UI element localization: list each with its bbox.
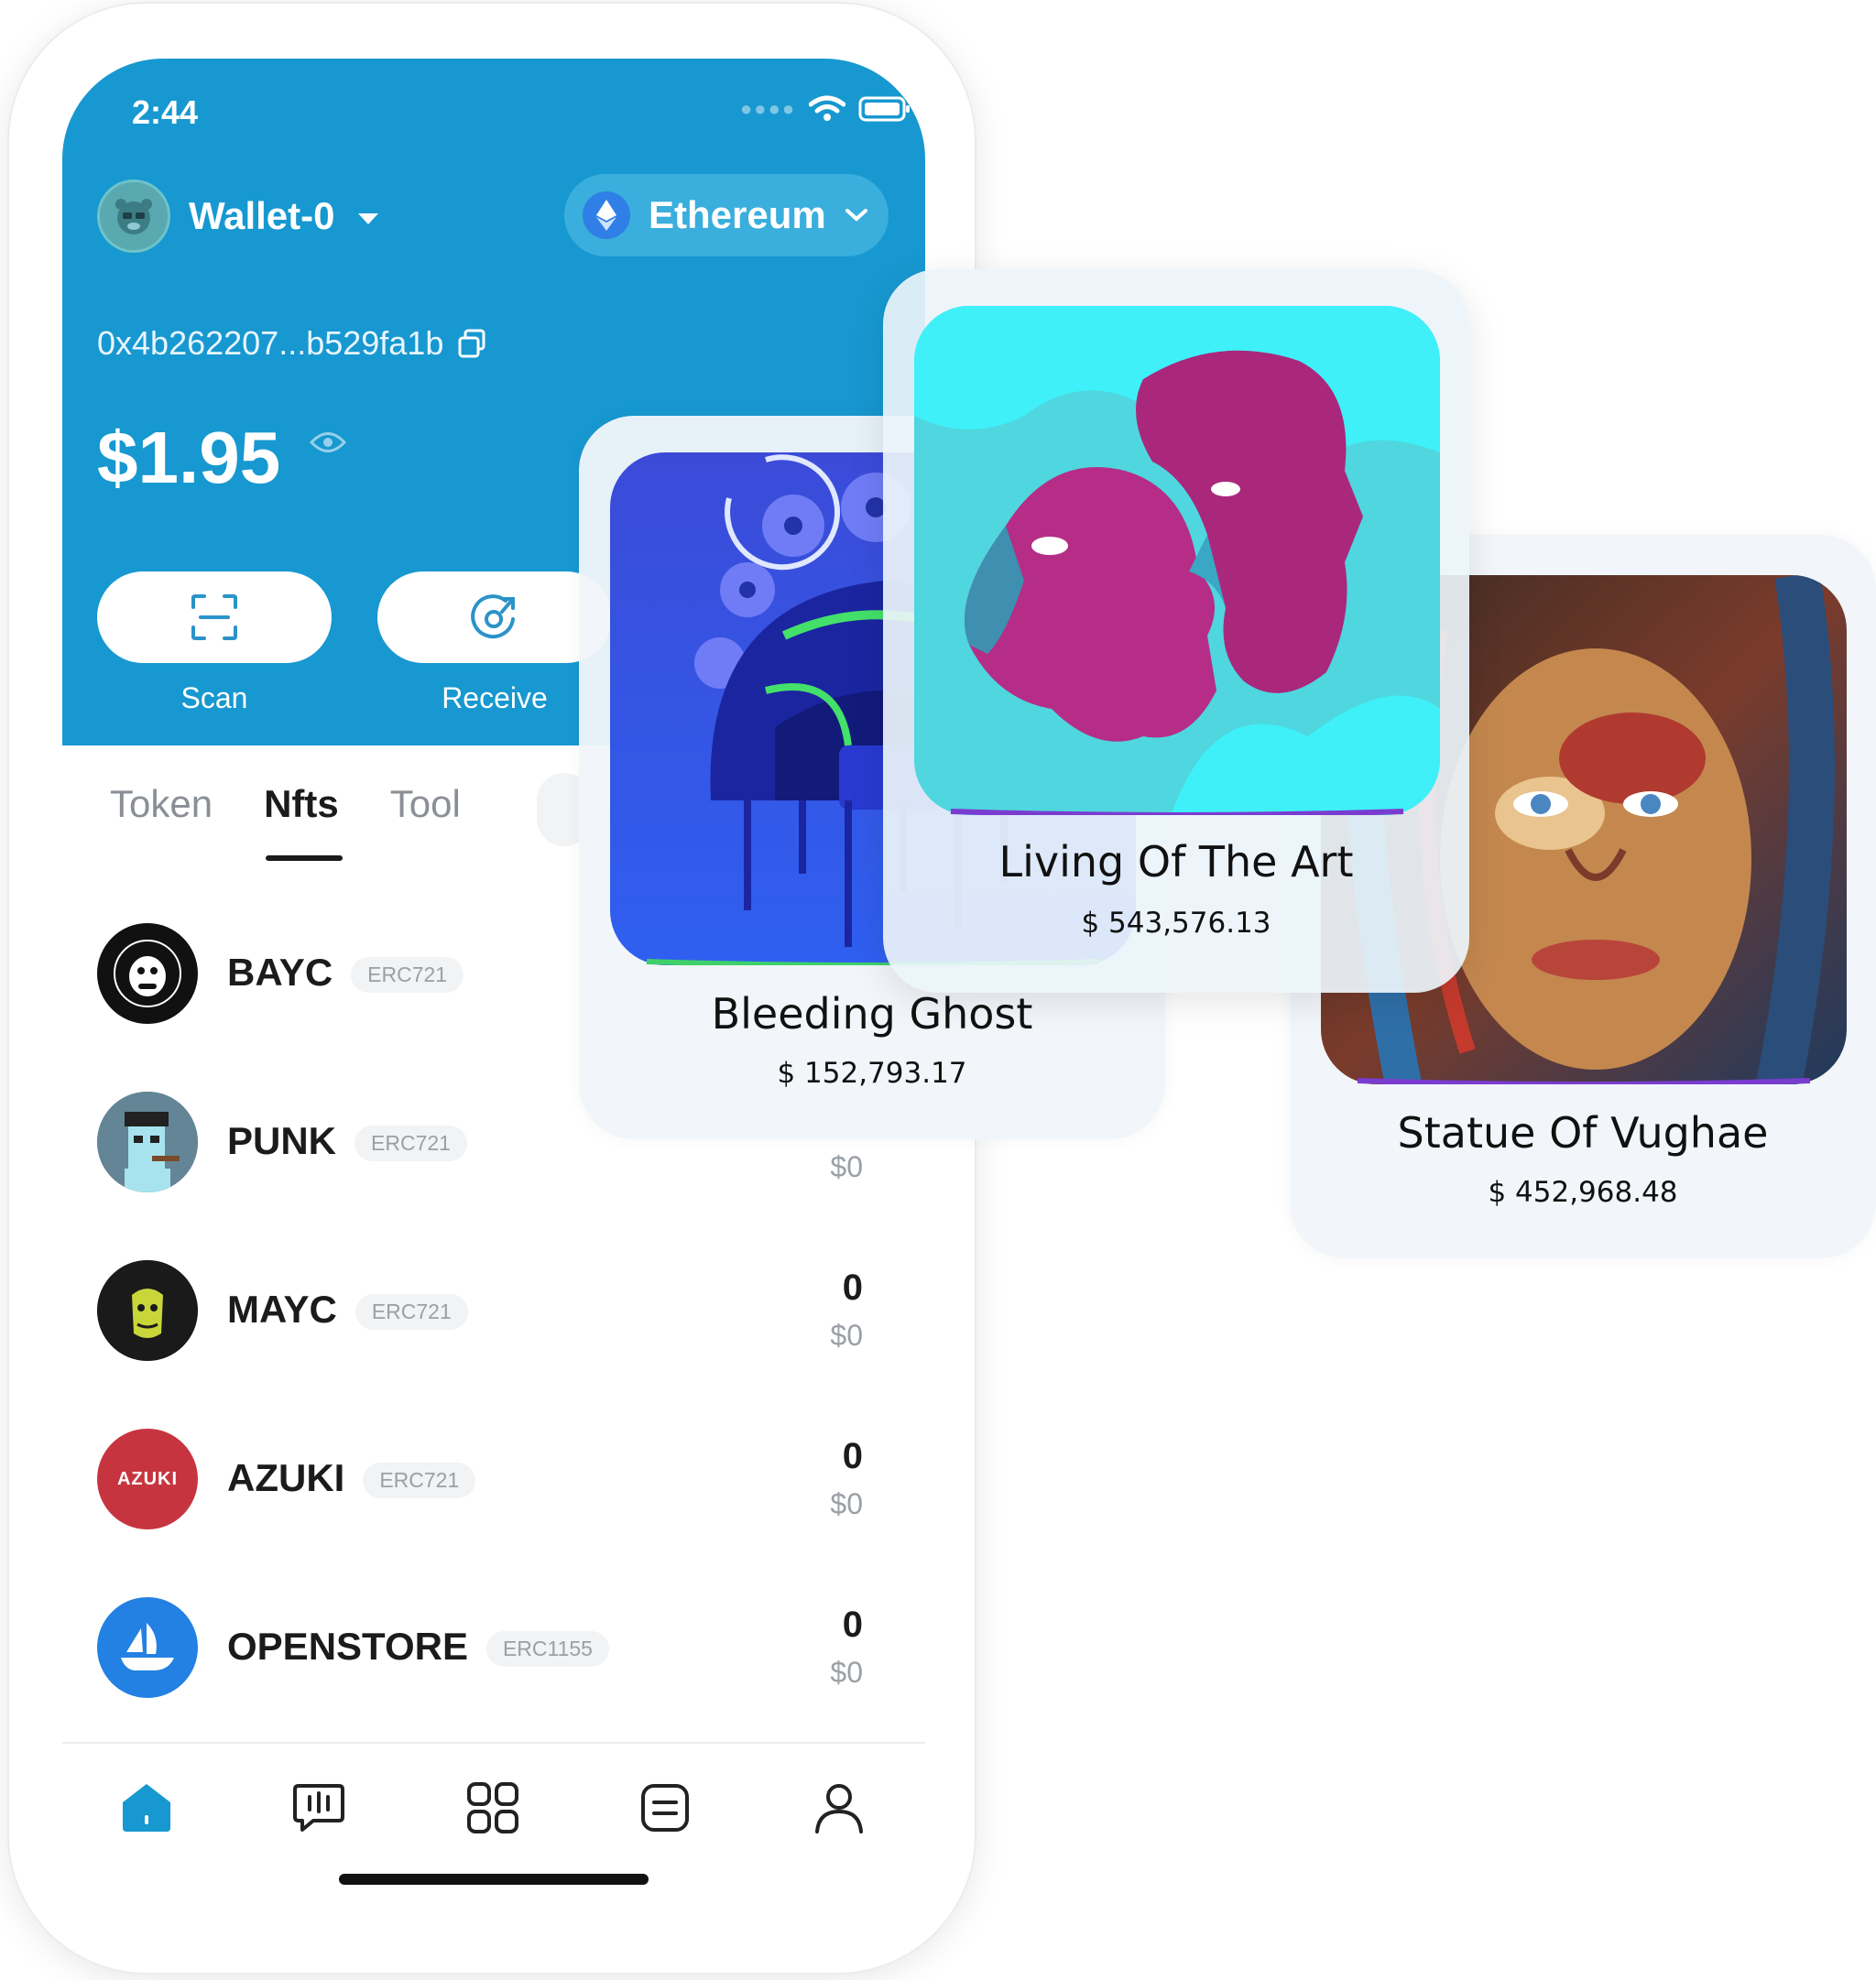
opensea-logo: [97, 1597, 198, 1698]
status-time: 2:44: [132, 93, 199, 131]
punk-logo: [97, 1092, 198, 1192]
nft-card-price: $ 452,968.48: [1488, 1176, 1678, 1209]
scan-button[interactable]: [97, 571, 332, 663]
address-text: 0x4b262207...b529fa1b: [97, 324, 444, 362]
chevron-down-icon: [845, 209, 867, 222]
eye-icon[interactable]: [310, 430, 346, 454]
receive-icon: [471, 594, 515, 639]
network-name: Ethereum: [649, 193, 826, 236]
bear-avatar-icon: [115, 199, 152, 234]
token-standard-badge: ERC721: [351, 957, 464, 994]
profile-icon[interactable]: [802, 1771, 876, 1844]
token-standard-badge: ERC721: [363, 1463, 476, 1499]
mayc-logo: [97, 1260, 198, 1361]
nft-card-title: Bleeding Ghost: [711, 989, 1033, 1039]
azuki-logo: AZUKI: [97, 1429, 198, 1529]
caret-down-icon: [358, 213, 379, 224]
nft-name: AZUKI: [227, 1456, 345, 1499]
nft-name: OPENSTORE: [227, 1625, 468, 1668]
wallet-balance: $1.95: [97, 417, 281, 498]
scan-icon: [191, 594, 237, 640]
tab-nfts[interactable]: Nfts: [264, 782, 339, 826]
nft-count: 0: [842, 1436, 863, 1476]
receive-label: Receive: [442, 681, 548, 714]
home-icon[interactable]: [110, 1771, 183, 1844]
token-standard-badge: ERC721: [354, 1126, 467, 1162]
scan-label: Scan: [180, 681, 248, 714]
wallet-selector[interactable]: Wallet-0: [97, 180, 379, 253]
tab-tool[interactable]: Tool: [390, 782, 461, 826]
nft-value: $0: [830, 1656, 863, 1689]
wifi-icon: [809, 95, 846, 121]
battery-icon: [858, 96, 911, 122]
nft-value: $0: [830, 1150, 863, 1183]
token-standard-badge: ERC721: [354, 1294, 468, 1331]
home-indicator: [339, 1874, 649, 1885]
bottom-divider: [62, 1742, 925, 1744]
nft-card-title: Living Of The Art: [998, 837, 1354, 887]
signal-icon: ●●●●: [740, 97, 797, 120]
nft-card-price: $ 152,793.17: [777, 1057, 967, 1090]
nft-count: 0: [842, 1267, 863, 1308]
status-icons: ●●●●: [740, 95, 911, 123]
nft-name: PUNK: [227, 1119, 337, 1162]
wallet-avatar: [97, 180, 170, 253]
nft-name: BAYC: [227, 951, 333, 994]
receive-button[interactable]: [377, 571, 612, 663]
copy-icon[interactable]: [456, 328, 487, 359]
list-icon[interactable]: [628, 1771, 702, 1844]
nft-card-living-of-the-art[interactable]: Living Of The Art $ 543,576.13: [883, 269, 1469, 993]
azuki-logo-text: AZUKI: [116, 1468, 179, 1489]
network-selector[interactable]: Ethereum: [564, 174, 889, 256]
wallet-address: 0x4b262207...b529fa1b: [97, 324, 487, 363]
asset-tabs: Token Nfts Tool: [110, 782, 461, 826]
nft-count: 0: [842, 1605, 863, 1645]
tab-token[interactable]: Token: [110, 782, 213, 826]
nft-value: $0: [830, 1319, 863, 1352]
chat-icon[interactable]: [282, 1771, 355, 1844]
living-of-the-art-artwork: [914, 306, 1440, 815]
ethereum-icon: [583, 191, 630, 239]
list-item[interactable]: OPENSTORE ERC1155 0 $0: [97, 1597, 903, 1707]
nft-value: $0: [830, 1487, 863, 1520]
apps-icon[interactable]: [456, 1771, 529, 1844]
list-item[interactable]: AZUKI AZUKI ERC721 0 $0: [97, 1429, 903, 1539]
nft-card-price: $ 543,576.13: [1081, 907, 1271, 940]
nft-name: MAYC: [227, 1288, 337, 1331]
bayc-logo: [97, 923, 198, 1024]
wallet-name: Wallet-0: [189, 194, 335, 237]
list-item[interactable]: MAYC ERC721 0 $0: [97, 1260, 903, 1370]
token-standard-badge: ERC1155: [485, 1631, 609, 1668]
nft-card-title: Statue Of Vughae: [1397, 1108, 1769, 1158]
active-tab-indicator: [266, 855, 343, 861]
